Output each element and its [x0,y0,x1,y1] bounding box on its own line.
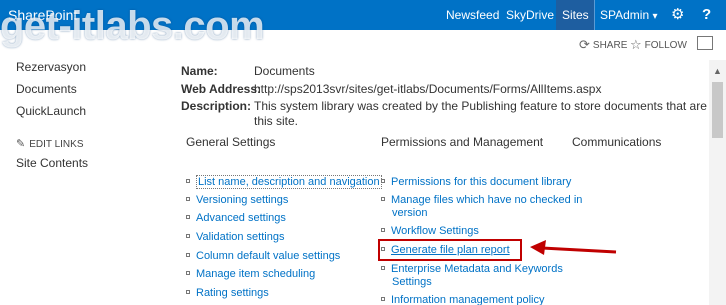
general-settings-heading: General Settings [186,135,276,149]
bullet-icon [186,271,190,275]
nav-item-rezervasyon[interactable]: Rezervasyon [16,60,86,74]
bullet-icon [381,266,385,270]
name-value: Documents [254,64,315,78]
edit-links-label: EDIT LINKS [29,139,84,150]
bullet-icon [186,253,190,257]
list-item: Manage files which have no checked in [381,194,582,206]
list-item: Versioning settings [186,194,288,206]
bullet-icon [381,228,385,232]
star-icon: ☆ [630,37,642,52]
user-menu[interactable]: SPAdmin ▾ [600,0,658,30]
link-versioning-settings[interactable]: Versioning settings [196,194,288,206]
link-manage-files-no-checkin-cont[interactable]: version [392,207,427,219]
bullet-icon [381,179,385,183]
bullet-icon [186,197,190,201]
bullet-icon [381,197,385,201]
list-item: Rating settings [186,287,269,299]
bullet-icon [186,234,190,238]
link-enterprise-metadata-cont[interactable]: Settings [392,276,432,288]
scroll-up-icon[interactable]: ▲ [709,66,726,76]
scrollbar-thumb[interactable] [712,82,723,138]
pencil-icon: ✎ [16,138,26,150]
description-value-line1: This system library was created by the P… [254,99,708,113]
red-arrow-icon [530,240,617,255]
nav-item-site-contents[interactable]: Site Contents [16,156,88,170]
bullet-icon [186,290,190,294]
share-icon: ⟳ [579,37,590,52]
follow-button[interactable]: ☆ FOLLOW [630,37,687,53]
description-label: Description: [181,99,252,113]
edit-links-button[interactable]: ✎ EDIT LINKS [16,137,84,150]
link-manage-item-scheduling[interactable]: Manage item scheduling [196,268,315,280]
list-item: Validation settings [186,231,284,243]
suite-link-skydrive[interactable]: SkyDrive [500,0,560,30]
link-advanced-settings[interactable]: Advanced settings [196,212,286,224]
list-item: Manage item scheduling [186,268,315,280]
follow-label: FOLLOW [644,40,687,51]
nav-item-documents[interactable]: Documents [16,82,77,96]
vertical-scrollbar[interactable]: ▲ [709,60,726,305]
link-workflow-settings[interactable]: Workflow Settings [391,225,479,237]
link-list-name-description[interactable]: List name, description and navigation [196,175,382,189]
link-enterprise-metadata[interactable]: Enterprise Metadata and Keywords [391,263,563,275]
link-rating-settings[interactable]: Rating settings [196,287,269,299]
highlight-box [378,239,522,261]
bullet-icon [186,215,190,219]
web-address-value: http://sps2013svr/sites/get-itlabs/Docum… [254,82,602,96]
bullet-icon [186,179,190,183]
chevron-down-icon: ▾ [652,11,658,22]
share-button[interactable]: ⟳ SHARE [579,37,627,53]
permissions-heading: Permissions and Management [381,135,544,149]
list-item: Workflow Settings [381,225,479,237]
share-label: SHARE [592,40,628,51]
link-manage-files-no-checkin[interactable]: Manage files which have no checked in [391,194,582,206]
link-column-default-value[interactable]: Column default value settings [196,250,340,262]
sharepoint-brand[interactable]: SharePoint [8,7,77,23]
link-information-management-policy[interactable]: Information management policy [391,294,544,305]
list-item: Information management policy [381,294,544,305]
suite-link-sites[interactable]: Sites [556,0,595,30]
bullet-icon [381,297,385,301]
communications-heading: Communications [572,135,662,149]
list-item: Advanced settings [186,212,286,224]
list-item: Enterprise Metadata and Keywords [381,263,563,275]
name-label: Name: [181,64,218,78]
suite-divider [594,0,595,30]
list-item: Column default value settings [186,250,340,262]
focus-content-icon[interactable] [697,36,713,50]
web-address-label: Web Address: [181,82,262,96]
link-validation-settings[interactable]: Validation settings [196,231,284,243]
link-permissions-library[interactable]: Permissions for this document library [391,176,571,188]
list-item: List name, description and navigation [186,175,382,189]
description-value-line2: this site. [254,114,299,128]
nav-item-quicklaunch[interactable]: QuickLaunch [16,104,86,118]
list-item: Permissions for this document library [381,176,571,188]
help-icon[interactable]: ? [702,7,711,23]
gear-icon[interactable]: ⚙ [671,7,684,23]
user-name: SPAdmin [600,8,650,22]
suite-link-newsfeed[interactable]: Newsfeed [440,0,505,30]
